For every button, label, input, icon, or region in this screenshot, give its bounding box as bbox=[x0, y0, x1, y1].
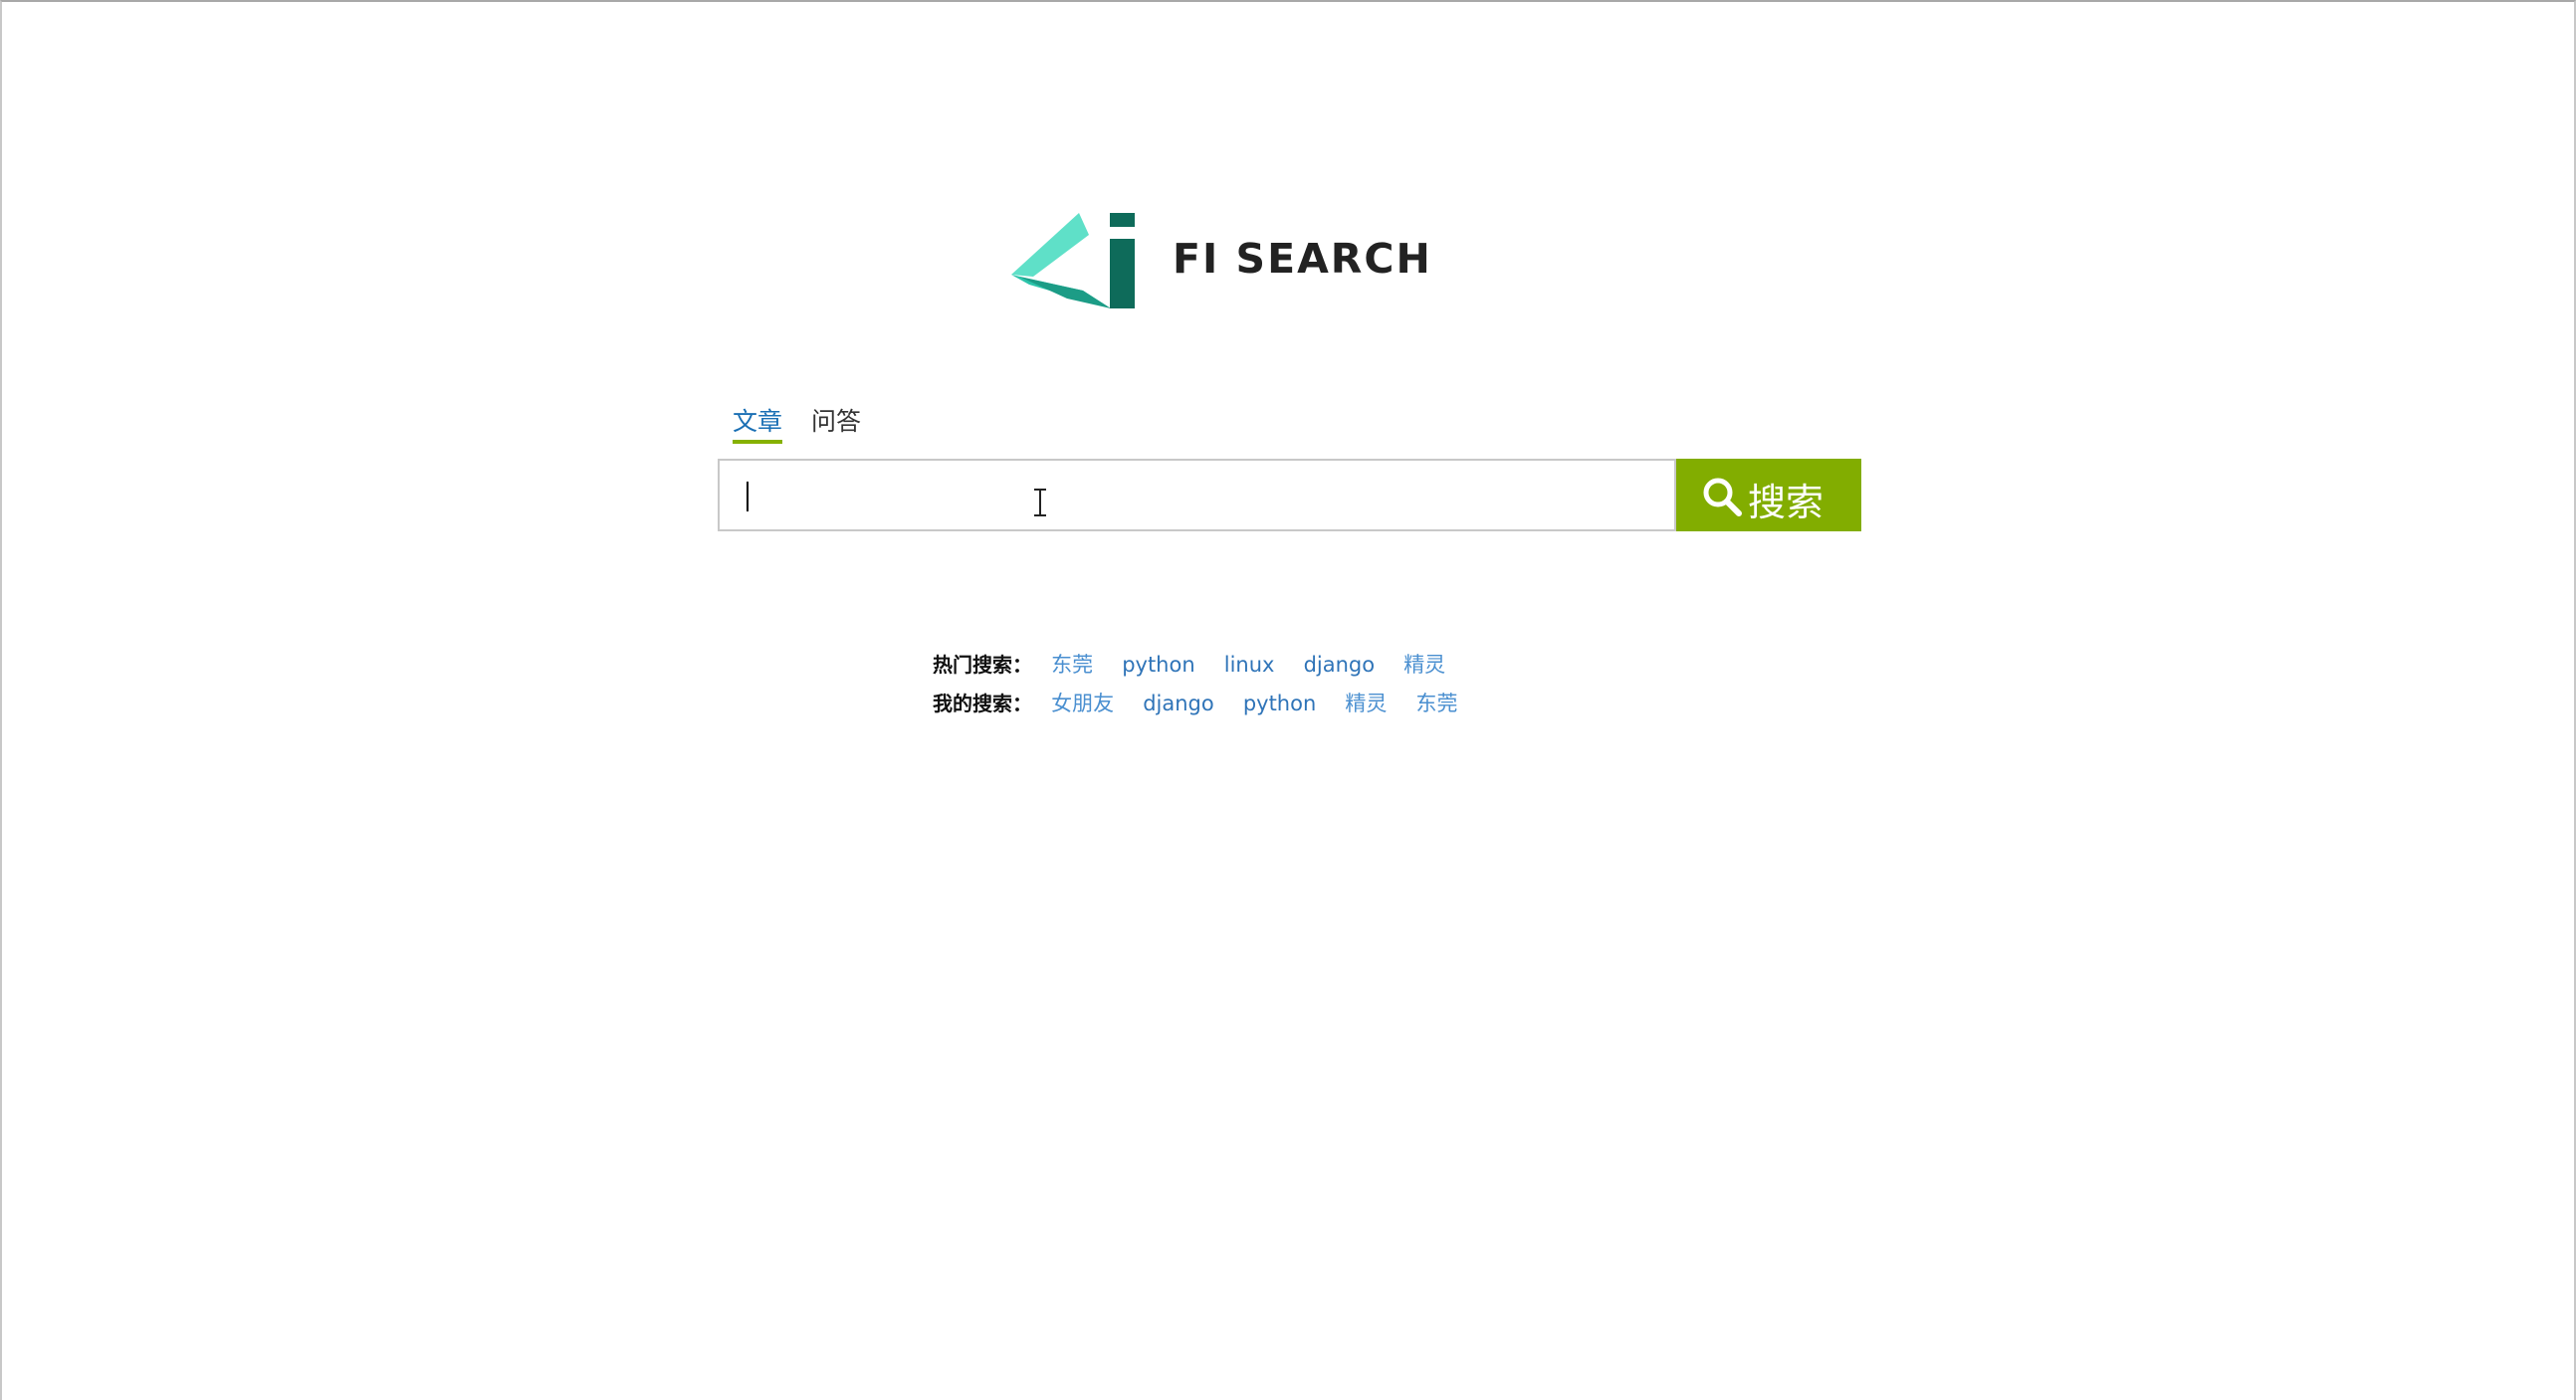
hot-searches: 热门搜索： 东莞 python linux django 精灵 bbox=[933, 649, 1469, 679]
ibeam-cursor-icon bbox=[1034, 489, 1046, 516]
hot-search-link[interactable]: python bbox=[1122, 653, 1194, 677]
hot-search-link[interactable]: 精灵 bbox=[1403, 649, 1445, 679]
tab-qa[interactable]: 问答 bbox=[811, 402, 861, 438]
hot-search-link[interactable]: 东莞 bbox=[1051, 649, 1093, 679]
hot-search-link[interactable]: django bbox=[1304, 653, 1376, 677]
brand-mark-icon bbox=[1011, 213, 1135, 308]
hot-search-link[interactable]: linux bbox=[1224, 653, 1275, 677]
my-search-link[interactable]: python bbox=[1243, 692, 1316, 715]
tab-articles[interactable]: 文章 bbox=[733, 402, 783, 444]
my-search-link[interactable]: django bbox=[1143, 692, 1214, 715]
hot-searches-label: 热门搜索： bbox=[933, 653, 1032, 677]
brand-logo: FI SEARCH bbox=[1007, 209, 1435, 312]
search-box bbox=[718, 459, 1676, 531]
search-input[interactable] bbox=[720, 461, 1674, 529]
my-search-link[interactable]: 东莞 bbox=[1415, 688, 1457, 717]
my-search-link[interactable]: 精灵 bbox=[1345, 688, 1387, 717]
search-icon bbox=[1703, 478, 1742, 516]
my-searches-label: 我的搜索： bbox=[933, 692, 1032, 715]
my-searches: 我的搜索： 女朋友 django python 精灵 东莞 bbox=[933, 688, 1481, 717]
search-button-label: 搜索 bbox=[1748, 481, 1825, 524]
search-button[interactable]: 搜索 bbox=[1676, 459, 1861, 531]
brand-name: FI SEARCH bbox=[1173, 235, 1432, 283]
my-search-link[interactable]: 女朋友 bbox=[1051, 688, 1114, 717]
text-caret bbox=[747, 482, 749, 511]
